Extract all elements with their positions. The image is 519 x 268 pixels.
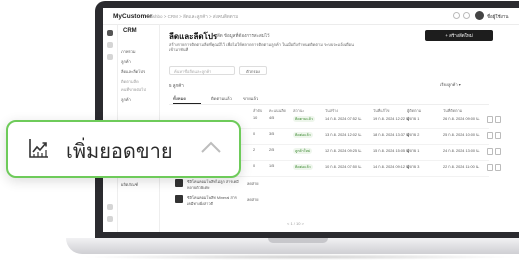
line-chart-icon [29, 139, 48, 158]
product-unit: ลดสาย [247, 182, 259, 186]
avatar[interactable] [475, 11, 484, 20]
sidebar-item-customers-2[interactable]: ลูกค้า [121, 96, 131, 103]
tab-underline [173, 103, 201, 104]
more-icon[interactable] [495, 148, 501, 155]
more-icon[interactable] [495, 164, 501, 171]
sidebar-item-overview[interactable]: ภาพรวม [121, 48, 136, 55]
top-bar: MyCustomer Dashbo > CRM > ลีดและลูกค้า >… [103, 8, 519, 25]
table-cell-score: 4/5 [269, 116, 275, 120]
product-name[interactable]: ซิลิโคนคอมโพสิท Mineral สารเคมีทางฝั่งสา… [187, 195, 242, 207]
table-cell-updated: 15 ก.ย. 2024 15:05 น. [373, 149, 410, 153]
table-cell-follow: 24 ก.ย. 2024 13:00 น. [443, 149, 480, 153]
create-lead-button[interactable]: + สร้างลีดใหม่ [425, 30, 493, 41]
tab-sold[interactable]: ขายแล้ว [243, 95, 258, 102]
product-name[interactable]: ซิลิโคนคอมโพสิทไม่ลูก สารเคมีหลายตัวพิเศ… [187, 179, 242, 191]
sidebar-title: CRM [123, 28, 137, 34]
table-cell-created: 13 ก.ย. 2024 12:02 น. [325, 133, 362, 137]
more-icon[interactable] [495, 132, 501, 139]
laptop-shadow [80, 254, 519, 260]
table-cell-status[interactable]: ติดต่อแล้ว [293, 132, 313, 138]
table-cell-owner: ผู้ขาย 1 [407, 149, 420, 153]
tab-followed[interactable]: ติดตามแล้ว [211, 95, 232, 102]
edit-icon[interactable] [487, 148, 493, 155]
edit-icon[interactable] [487, 116, 493, 123]
product-unit: ลดสาย [247, 198, 259, 202]
product-thumbnail [175, 179, 183, 187]
product-thumbnail [175, 195, 183, 203]
tab-all[interactable]: ทั้งหมด [173, 95, 186, 102]
page-subtitle: ลีด ข้อมูลที่ต้องการสะสมไว้ [217, 33, 270, 38]
table-cell-follow: 25 ก.ย. 2024 10:00 น. [443, 133, 480, 137]
table-cell-created: 10 ก.ย. 2024 07:50 น. [325, 165, 362, 169]
settings-icon[interactable] [463, 12, 470, 19]
table-cell-order: 0 [253, 132, 256, 136]
table-cell-created: 12 ก.ย. 2024 09:25 น. [325, 149, 362, 153]
table-cell-owner: ผู้ขาย 1 [407, 117, 420, 121]
chevron-up-icon[interactable] [200, 140, 222, 154]
edit-icon[interactable] [487, 132, 493, 139]
table-cell-owner: ผู้ขาย 3 [407, 165, 420, 169]
sidebar-item-leads[interactable]: ลีดและลีดโปร [121, 68, 145, 75]
table-cell-follow: 26 ก.ย. 2024 09:00 น. [443, 117, 480, 121]
edit-icon[interactable] [487, 164, 493, 171]
pagination[interactable]: < 1 / 10 > [287, 221, 304, 226]
sidebar-subitem-next[interactable]: คนที่ขายต่อไป [121, 86, 146, 93]
table-cell-updated: 19 ก.ย. 2024 12:22 น. [373, 117, 410, 121]
table-cell-owner: ผู้ขาย 2 [407, 133, 420, 137]
sidebar-item-customers[interactable]: ลูกค้า [121, 58, 131, 65]
table-cell-created: 14 ก.ย. 2024 07:52 น. [325, 117, 362, 121]
filter-button[interactable]: ตัวกรอง [239, 66, 267, 75]
breadcrumb[interactable]: Dashbo > CRM > ลีดและลูกค้า > ส่งคนติดตา… [147, 13, 238, 20]
table-cell-status[interactable]: ลูกค้าใหม่ [293, 148, 313, 154]
table-cell-status[interactable]: ติดต่อแล้ว [293, 164, 313, 170]
sort-dropdown[interactable]: เรียงลูกค้า ▾ [440, 81, 461, 88]
table-cell-updated: 14 ก.ย. 2024 09:12 น. [373, 165, 410, 169]
table-cell-score: 2/5 [269, 148, 275, 152]
table-cell-order: 0 [253, 164, 256, 168]
customer-count: 5 ลูกค้า [169, 83, 184, 88]
sidebar-subitem-follow[interactable]: ติดตามลีด [121, 78, 139, 85]
table-cell-updated: 18 ก.ย. 2024 13:37 น. [373, 133, 410, 137]
table-cell-follow: 22 ก.ย. 2024 11:00 น. [443, 165, 480, 169]
table-cell-order: 2 [253, 148, 256, 152]
laptop-notch [268, 238, 328, 243]
notification-icon[interactable] [453, 12, 460, 19]
table-cell-score: 3/5 [269, 132, 275, 136]
page-description: สร้างรายการติดตามลีดที่คุณมีไว้ เพื่อไม่… [169, 42, 354, 52]
more-icon[interactable] [495, 116, 501, 123]
table-cell-score: 1/5 [269, 164, 275, 168]
table-cell-order: 10 [253, 116, 258, 120]
search-input[interactable]: ค้นหาชื่อลีดและลูกค้า [169, 66, 235, 75]
popup-label: เพิ่มยอดขาย [66, 139, 173, 163]
user-name[interactable]: ชื่อผู้ใช้งาน [487, 13, 508, 20]
sidebar-item-products[interactable]: ผลิตภัณฑ์ [121, 181, 138, 188]
table-cell-status[interactable]: ติดตามแล้ว [293, 116, 315, 122]
